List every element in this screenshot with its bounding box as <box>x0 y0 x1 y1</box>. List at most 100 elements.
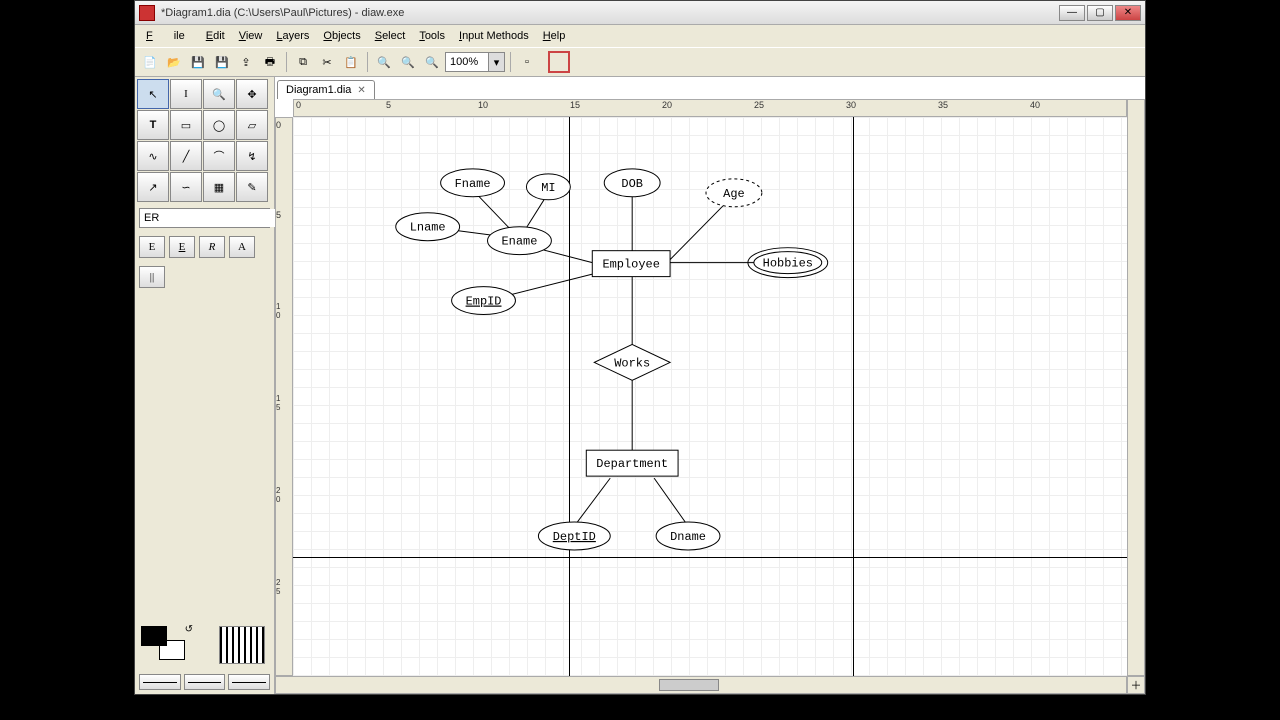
attribute-hobbies[interactable]: Hobbies <box>748 248 828 278</box>
er-attribute-tool[interactable]: A <box>229 236 255 258</box>
canvas[interactable]: Employee Department Works <box>293 117 1127 676</box>
menu-help[interactable]: Help <box>536 27 573 45</box>
er-participation-tool[interactable]: || <box>139 266 165 288</box>
app-icon <box>139 5 155 21</box>
fg-color-swatch[interactable] <box>141 626 167 646</box>
shape-set-input[interactable] <box>140 209 290 227</box>
zoom-in-button[interactable]: 🔍 <box>373 51 395 73</box>
tab-strip: Diagram1.dia ✕ <box>275 77 375 99</box>
menu-select[interactable]: Select <box>368 27 413 45</box>
entity-employee[interactable]: Employee <box>592 251 670 277</box>
zigzag-tool[interactable]: ↯ <box>236 141 268 171</box>
svg-text:MI: MI <box>541 181 555 195</box>
arc-tool[interactable]: ⌒ <box>203 141 235 171</box>
er-weak-entity-tool[interactable]: E <box>169 236 195 258</box>
snap-button[interactable]: ▫ <box>516 51 538 73</box>
vertical-scrollbar[interactable] <box>1127 99 1145 676</box>
export-button[interactable]: ⇪ <box>235 51 257 73</box>
svg-text:Fname: Fname <box>455 177 491 191</box>
close-button[interactable]: ✕ <box>1115 5 1141 21</box>
polyline-tool[interactable]: ↗ <box>137 172 169 202</box>
zoom-fit-button[interactable]: 🔍 <box>421 51 443 73</box>
ellipse-tool[interactable]: ◯ <box>203 110 235 140</box>
open-file-button[interactable]: 📂 <box>163 51 185 73</box>
main-toolbar: 📄 📂 💾 💾 ⇪ 🖶 ⧉ ✂ 📋 🔍 🔍 🔍 ▾ ▫ <box>135 47 1145 77</box>
vertical-ruler[interactable]: 0 5 10 15 20 25 <box>275 117 293 676</box>
attribute-lname[interactable]: Lname <box>396 213 460 241</box>
color-swatches[interactable]: ↺ <box>141 626 189 664</box>
image-tool[interactable]: ▦ <box>203 172 235 202</box>
line-start-style[interactable] <box>139 674 181 690</box>
menu-edit[interactable]: Edit <box>199 27 232 45</box>
attribute-deptid[interactable]: DeptID <box>538 522 610 550</box>
save-as-button[interactable]: 💾 <box>211 51 233 73</box>
er-relationship-tool[interactable]: R <box>199 236 225 258</box>
text-tool[interactable]: I <box>170 79 202 109</box>
window-title: *Diagram1.dia (C:\Users\Paul\Pictures) -… <box>161 7 1059 19</box>
relationship-works[interactable]: Works <box>594 344 670 380</box>
line-tool[interactable]: ╱ <box>170 141 202 171</box>
tab-diagram1[interactable]: Diagram1.dia ✕ <box>277 80 375 99</box>
minimize-button[interactable]: — <box>1059 5 1085 21</box>
menu-tools[interactable]: Tools <box>412 27 452 45</box>
outline-tool[interactable]: ✎ <box>236 172 268 202</box>
zoom-dropdown-arrow[interactable]: ▾ <box>488 53 504 71</box>
textblock-tool[interactable]: T <box>137 110 169 140</box>
copy-button[interactable]: ⧉ <box>292 51 314 73</box>
pattern-preview[interactable] <box>219 626 265 664</box>
beziergon-tool[interactable]: ∿ <box>137 141 169 171</box>
horizontal-ruler[interactable]: 0 5 10 15 20 25 30 35 40 <box>293 99 1127 117</box>
menu-file[interactable]: File <box>139 27 199 45</box>
color-tool[interactable] <box>548 51 570 73</box>
attribute-ename[interactable]: Ename <box>488 227 552 255</box>
menu-input-methods[interactable]: Input Methods <box>452 27 536 45</box>
box-tool[interactable]: ▭ <box>170 110 202 140</box>
pointer-tool[interactable]: ↖ <box>137 79 169 109</box>
svg-text:DOB: DOB <box>621 177 643 191</box>
attribute-dob[interactable]: DOB <box>604 169 660 197</box>
svg-text:Department: Department <box>596 457 668 471</box>
save-file-button[interactable]: 💾 <box>187 51 209 73</box>
svg-text:Hobbies: Hobbies <box>763 257 813 271</box>
print-button[interactable]: 🖶 <box>259 51 281 73</box>
menu-objects[interactable]: Objects <box>316 27 367 45</box>
er-entity-tool[interactable]: E <box>139 236 165 258</box>
shape-set-combobox[interactable]: ▾ <box>139 208 270 228</box>
titlebar[interactable]: *Diagram1.dia (C:\Users\Paul\Pictures) -… <box>135 1 1145 25</box>
attribute-fname[interactable]: Fname <box>441 169 505 197</box>
svg-text:Works: Works <box>614 356 650 370</box>
cut-button[interactable]: ✂ <box>316 51 338 73</box>
swap-colors-icon[interactable]: ↺ <box>185 624 193 635</box>
toolbox: ↖ I 🔍 ✥ T ▭ ◯ ▱ ∿ ╱ ⌒ ↯ ↗ ∽ ▦ ✎ ▾ <box>135 77 275 694</box>
app-window: *Diagram1.dia (C:\Users\Paul\Pictures) -… <box>134 0 1146 695</box>
svg-text:EmpID: EmpID <box>466 295 502 309</box>
menu-file-label: ile <box>167 27 192 45</box>
attribute-dname[interactable]: Dname <box>656 522 720 550</box>
zoom-input[interactable] <box>446 53 488 71</box>
horizontal-scrollbar[interactable] <box>275 676 1127 694</box>
paste-button[interactable]: 📋 <box>340 51 362 73</box>
bezier-tool[interactable]: ∽ <box>170 172 202 202</box>
scroll-tool[interactable]: ✥ <box>236 79 268 109</box>
scroll-corner[interactable]: ＋ <box>1127 676 1145 694</box>
polygon-tool[interactable]: ▱ <box>236 110 268 140</box>
menu-layers[interactable]: Layers <box>269 27 316 45</box>
attribute-age[interactable]: Age <box>706 179 762 207</box>
document-area: Diagram1.dia ✕ 0 5 10 15 20 25 30 35 40 … <box>275 77 1145 694</box>
entity-department[interactable]: Department <box>586 450 678 476</box>
attribute-mi[interactable]: MI <box>526 174 570 200</box>
menubar: File Edit View Layers Objects Select Too… <box>135 25 1145 47</box>
menu-view[interactable]: View <box>232 27 270 45</box>
new-file-button[interactable]: 📄 <box>139 51 161 73</box>
tab-close-icon[interactable]: ✕ <box>357 85 365 96</box>
svg-text:Ename: Ename <box>501 235 537 249</box>
svg-text:Age: Age <box>723 187 745 201</box>
line-dash-style[interactable] <box>184 674 226 690</box>
maximize-button[interactable]: ▢ <box>1087 5 1113 21</box>
magnify-tool[interactable]: 🔍 <box>203 79 235 109</box>
zoom-combobox[interactable]: ▾ <box>445 52 505 72</box>
line-end-style[interactable] <box>228 674 270 690</box>
zoom-out-button[interactable]: 🔍 <box>397 51 419 73</box>
attribute-empid[interactable]: EmpID <box>452 287 516 315</box>
tab-label: Diagram1.dia <box>286 84 351 96</box>
